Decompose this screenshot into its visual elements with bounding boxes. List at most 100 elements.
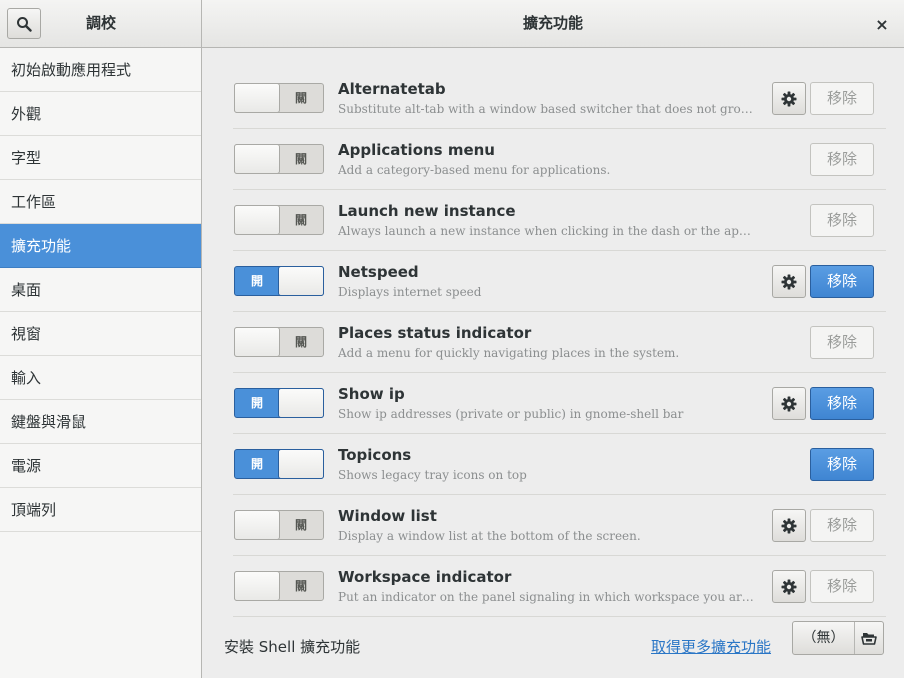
extension-settings-button[interactable] bbox=[772, 570, 806, 603]
extension-remove-button[interactable]: 移除 bbox=[810, 448, 874, 481]
toggle-state-label: 關 bbox=[294, 213, 307, 227]
toggle-knob bbox=[234, 144, 280, 174]
extension-description: Put an indicator on the panel signaling … bbox=[338, 590, 758, 604]
search-button[interactable] bbox=[7, 8, 41, 39]
extension-name: Launch new instance bbox=[338, 202, 516, 220]
app-title: 調校 bbox=[85, 14, 116, 32]
sidebar-item-desktop[interactable]: 桌面 bbox=[0, 268, 201, 312]
gear-icon bbox=[781, 518, 797, 533]
extension-name: Window list bbox=[338, 507, 437, 525]
gear-icon bbox=[781, 579, 797, 594]
extension-toggle[interactable]: 關 bbox=[234, 571, 324, 601]
extension-description: Add a category-based menu for applicatio… bbox=[338, 163, 611, 177]
toggle-knob bbox=[234, 510, 280, 540]
extension-toggle[interactable]: 關 bbox=[234, 83, 324, 113]
sidebar-item-label: 外觀 bbox=[11, 105, 42, 123]
extension-settings-button[interactable] bbox=[772, 82, 806, 115]
toggle-knob bbox=[234, 571, 280, 601]
extension-remove-button[interactable]: 移除 bbox=[810, 326, 874, 359]
sidebar-item-top-bar[interactable]: 頂端列 bbox=[0, 488, 201, 532]
file-chooser-label: （無） bbox=[793, 622, 855, 654]
install-extension-label: 安裝 Shell 擴充功能 bbox=[224, 638, 361, 656]
sidebar-item-extensions[interactable]: 擴充功能 bbox=[0, 224, 201, 268]
sidebar-item-keyboard-mouse[interactable]: 鍵盤與滑鼠 bbox=[0, 400, 201, 444]
extension-remove-button[interactable]: 移除 bbox=[810, 204, 874, 237]
extension-name: Workspace indicator bbox=[338, 568, 512, 586]
sidebar-item-input[interactable]: 輸入 bbox=[0, 356, 201, 400]
open-folder-icon bbox=[855, 622, 883, 654]
sidebar-item-fonts[interactable]: 字型 bbox=[0, 136, 201, 180]
extension-description: Add a menu for quickly navigating places… bbox=[338, 346, 680, 360]
toggle-knob bbox=[278, 266, 324, 296]
extension-remove-button[interactable]: 移除 bbox=[810, 570, 874, 603]
extension-row: 關 Applications menu Add a category-based… bbox=[233, 129, 886, 190]
toggle-state-label: 關 bbox=[294, 579, 307, 593]
page-title: 擴充功能 bbox=[522, 14, 583, 32]
sidebar-item-label: 字型 bbox=[11, 149, 42, 167]
extension-list: 關 Alternatetab Substitute alt-tab with a… bbox=[233, 68, 886, 617]
toggle-knob bbox=[278, 388, 324, 418]
toggle-knob bbox=[234, 327, 280, 357]
extension-row: 關 Places status indicator Add a menu for… bbox=[233, 312, 886, 373]
extension-description: Substitute alt-tab with a window based s… bbox=[338, 102, 758, 116]
sidebar-item-label: 工作區 bbox=[11, 193, 57, 211]
toggle-state-label: 關 bbox=[294, 518, 307, 532]
extension-toggle[interactable]: 關 bbox=[234, 144, 324, 174]
extension-row: 關 Workspace indicator Put an indicator o… bbox=[233, 556, 886, 617]
gear-icon bbox=[781, 396, 797, 411]
extension-row: 開 Show ip Show ip addresses (private or … bbox=[233, 373, 886, 434]
toggle-state-label: 開 bbox=[250, 396, 263, 410]
extension-remove-button[interactable]: 移除 bbox=[810, 82, 874, 115]
toggle-state-label: 關 bbox=[294, 91, 307, 105]
sidebar-item-workspaces[interactable]: 工作區 bbox=[0, 180, 201, 224]
extension-description: Always launch a new instance when clicki… bbox=[338, 224, 758, 238]
extension-remove-button[interactable]: 移除 bbox=[810, 265, 874, 298]
extension-toggle[interactable]: 關 bbox=[234, 205, 324, 235]
extension-name: Places status indicator bbox=[338, 324, 532, 342]
extension-toggle[interactable]: 關 bbox=[234, 510, 324, 540]
sidebar-item-label: 視窗 bbox=[11, 325, 42, 343]
sidebar-item-label: 初始啟動應用程式 bbox=[11, 61, 132, 79]
extension-description: Shows legacy tray icons on top bbox=[338, 468, 527, 482]
extension-remove-button[interactable]: 移除 bbox=[810, 143, 874, 176]
extension-toggle[interactable]: 開 bbox=[234, 266, 324, 296]
sidebar-item-appearance[interactable]: 外觀 bbox=[0, 92, 201, 136]
extension-description: Show ip addresses (private or public) in… bbox=[338, 407, 684, 421]
extension-toggle[interactable]: 開 bbox=[234, 388, 324, 418]
sidebar-item-windows[interactable]: 視窗 bbox=[0, 312, 201, 356]
extension-toggle[interactable]: 關 bbox=[234, 327, 324, 357]
get-more-extensions-link[interactable]: 取得更多擴充功能 bbox=[651, 636, 771, 657]
extension-row: 關 Window list Display a window list at t… bbox=[233, 495, 886, 556]
close-button[interactable]: × bbox=[868, 10, 896, 38]
extension-toggle[interactable]: 開 bbox=[234, 449, 324, 479]
gear-icon bbox=[781, 274, 797, 289]
sidebar-item-startup-apps[interactable]: 初始啟動應用程式 bbox=[0, 48, 201, 92]
toggle-knob bbox=[234, 205, 280, 235]
close-icon: × bbox=[875, 14, 889, 34]
toggle-knob bbox=[234, 83, 280, 113]
extension-name: Alternatetab bbox=[338, 80, 446, 98]
extension-settings-button[interactable] bbox=[772, 509, 806, 542]
extension-name: Netspeed bbox=[338, 263, 419, 281]
search-icon bbox=[17, 16, 32, 32]
extension-remove-button[interactable]: 移除 bbox=[810, 509, 874, 542]
extension-settings-button[interactable] bbox=[772, 387, 806, 420]
toggle-state-label: 關 bbox=[294, 335, 307, 349]
extension-settings-button[interactable] bbox=[772, 265, 806, 298]
extension-name: Topicons bbox=[338, 446, 412, 464]
sidebar-item-power[interactable]: 電源 bbox=[0, 444, 201, 488]
extension-file-chooser[interactable]: （無） bbox=[792, 621, 884, 655]
header-bar: 調校 擴充功能 × bbox=[0, 0, 904, 48]
extension-row: 開 Netspeed Displays internet speed 移除 bbox=[233, 251, 886, 312]
extensions-panel: 關 Alternatetab Substitute alt-tab with a… bbox=[203, 48, 904, 678]
extension-remove-button[interactable]: 移除 bbox=[810, 387, 874, 420]
extension-row: 開 Topicons Shows legacy tray icons on to… bbox=[233, 434, 886, 495]
sidebar: 初始啟動應用程式 外觀 字型 工作區 擴充功能 桌面 視窗 輸入 鍵盤與滑鼠 電… bbox=[0, 48, 202, 678]
install-footer: 安裝 Shell 擴充功能 取得更多擴充功能 （無） bbox=[203, 616, 904, 678]
sidebar-item-label: 鍵盤與滑鼠 bbox=[11, 413, 87, 431]
gear-icon bbox=[781, 91, 797, 106]
sidebar-item-label: 擴充功能 bbox=[11, 237, 72, 255]
header-left-pane: 調校 bbox=[0, 0, 202, 47]
sidebar-item-label: 頂端列 bbox=[11, 501, 57, 519]
toggle-state-label: 關 bbox=[294, 152, 307, 166]
